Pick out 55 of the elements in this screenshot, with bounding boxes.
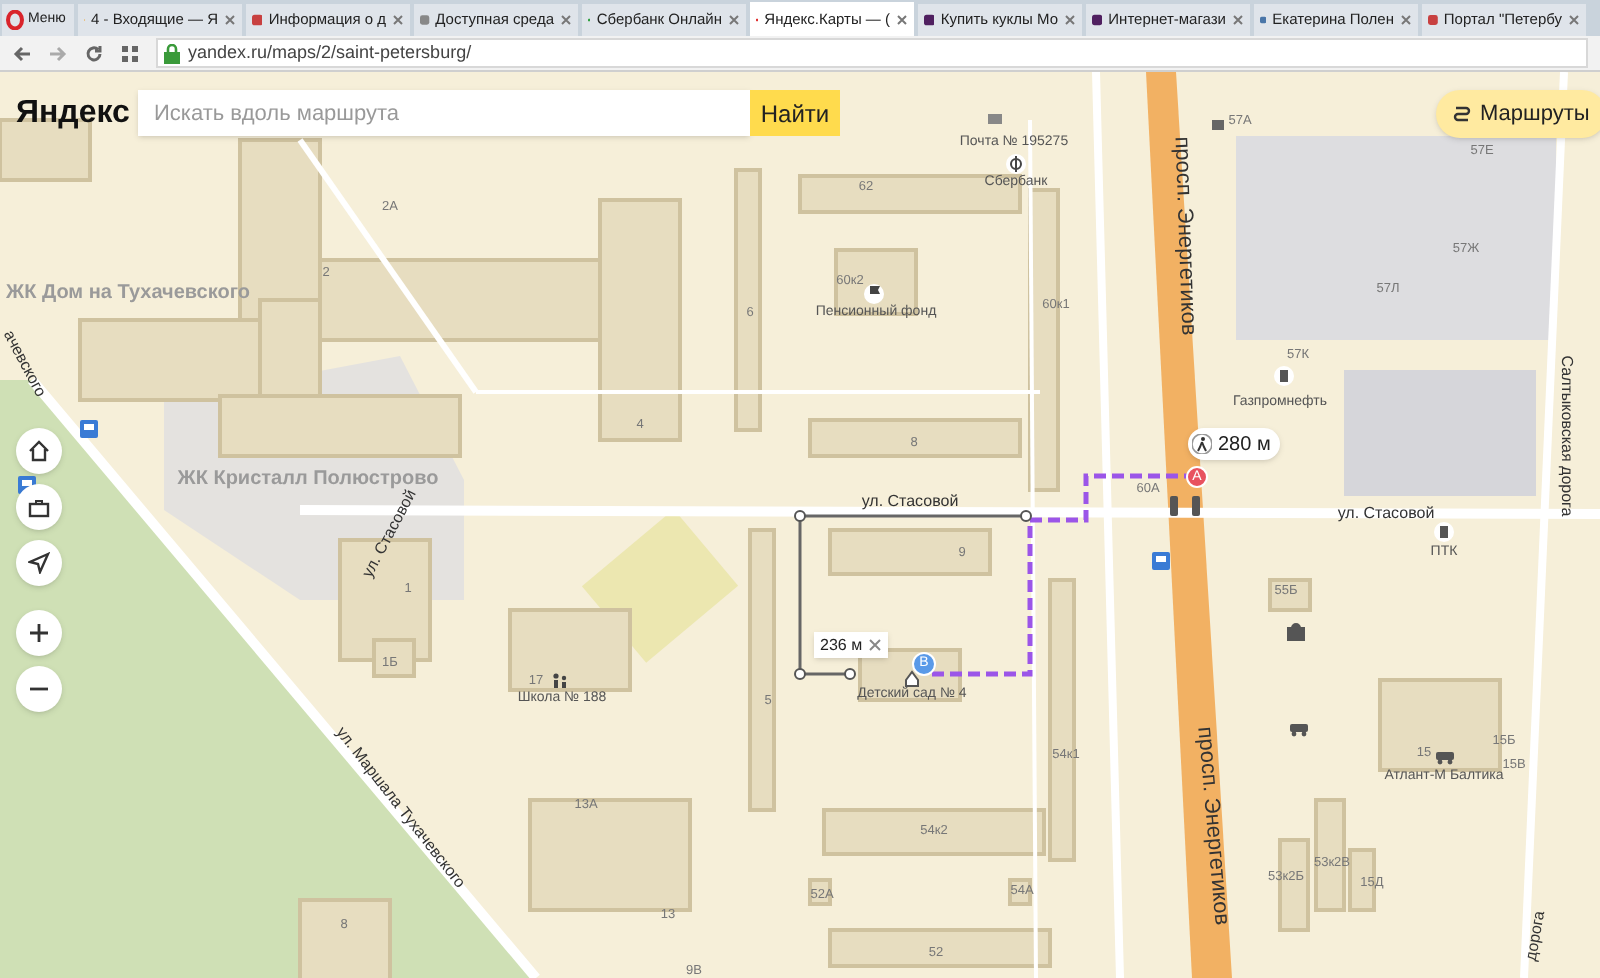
- district-label: ЖК Дом на Тухачевского: [6, 284, 250, 304]
- briefcase-icon: [28, 497, 50, 517]
- url-text: yandex.ru/maps/2/saint-petersburg/: [188, 44, 472, 62]
- close-icon[interactable]: [560, 14, 572, 26]
- close-icon[interactable]: [896, 13, 908, 25]
- bus-stop-icon: [80, 420, 98, 438]
- walk-distance-label[interactable]: 280 м: [1188, 428, 1281, 460]
- car-icon: [1436, 752, 1454, 765]
- street-label: Салтыковская дорога: [1558, 355, 1574, 517]
- street-label: ул. Стасовой: [861, 494, 959, 510]
- close-icon[interactable]: [1568, 14, 1580, 26]
- address-field[interactable]: yandex.ru/maps/2/saint-petersburg/: [156, 38, 1588, 68]
- car-icon: [1290, 724, 1308, 737]
- close-icon[interactable]: [728, 14, 740, 26]
- search-button[interactable]: Найти: [750, 90, 840, 136]
- shopping-bag-icon: [1287, 623, 1305, 641]
- building: [298, 898, 392, 978]
- building: [1268, 578, 1312, 612]
- back-icon[interactable]: [12, 43, 32, 63]
- building: [1008, 878, 1032, 906]
- reload-icon[interactable]: [84, 43, 104, 63]
- people-icon: [553, 673, 567, 688]
- building: [508, 608, 632, 692]
- street-label: просп. Энергетиков: [1192, 725, 1232, 927]
- route-point[interactable]: [794, 668, 806, 680]
- route-point[interactable]: [1020, 510, 1032, 522]
- routes-button[interactable]: Маршруты: [1436, 90, 1600, 138]
- building: [808, 878, 832, 906]
- search-field[interactable]: Искать вдоль маршрута: [138, 90, 750, 136]
- walking-person-icon: [1192, 434, 1212, 454]
- close-icon[interactable]: [1400, 14, 1412, 26]
- route-point[interactable]: [844, 668, 856, 680]
- district-label: ЖК Кристалл Полюстрово: [177, 470, 439, 490]
- coin-icon: [1006, 154, 1026, 174]
- grid-icon[interactable]: [120, 43, 140, 63]
- arrow-icon: [28, 552, 50, 574]
- street-label: дорога: [1523, 909, 1549, 963]
- segment-distance-label[interactable]: 236 м: [814, 632, 889, 658]
- home-icon: [28, 440, 50, 462]
- street-label: ул. Стасовой: [1337, 506, 1435, 522]
- route-point[interactable]: [794, 510, 806, 522]
- route-icon: [1452, 104, 1472, 124]
- traffic-light-icon: [1170, 496, 1200, 516]
- close-icon[interactable]: [1064, 14, 1076, 26]
- bus-stop-icon: [1152, 552, 1170, 570]
- flag-icon: [864, 284, 884, 304]
- minus-icon: [28, 686, 50, 692]
- street-label: просп. Энергетиков: [1169, 136, 1199, 336]
- plus-icon: [28, 622, 50, 644]
- opera-logo-icon: [6, 10, 24, 30]
- close-icon[interactable]: [868, 638, 883, 652]
- close-icon[interactable]: [392, 14, 404, 26]
- logo[interactable]: Яндекс: [16, 98, 130, 130]
- close-icon[interactable]: [224, 14, 236, 26]
- close-icon[interactable]: [1232, 14, 1244, 26]
